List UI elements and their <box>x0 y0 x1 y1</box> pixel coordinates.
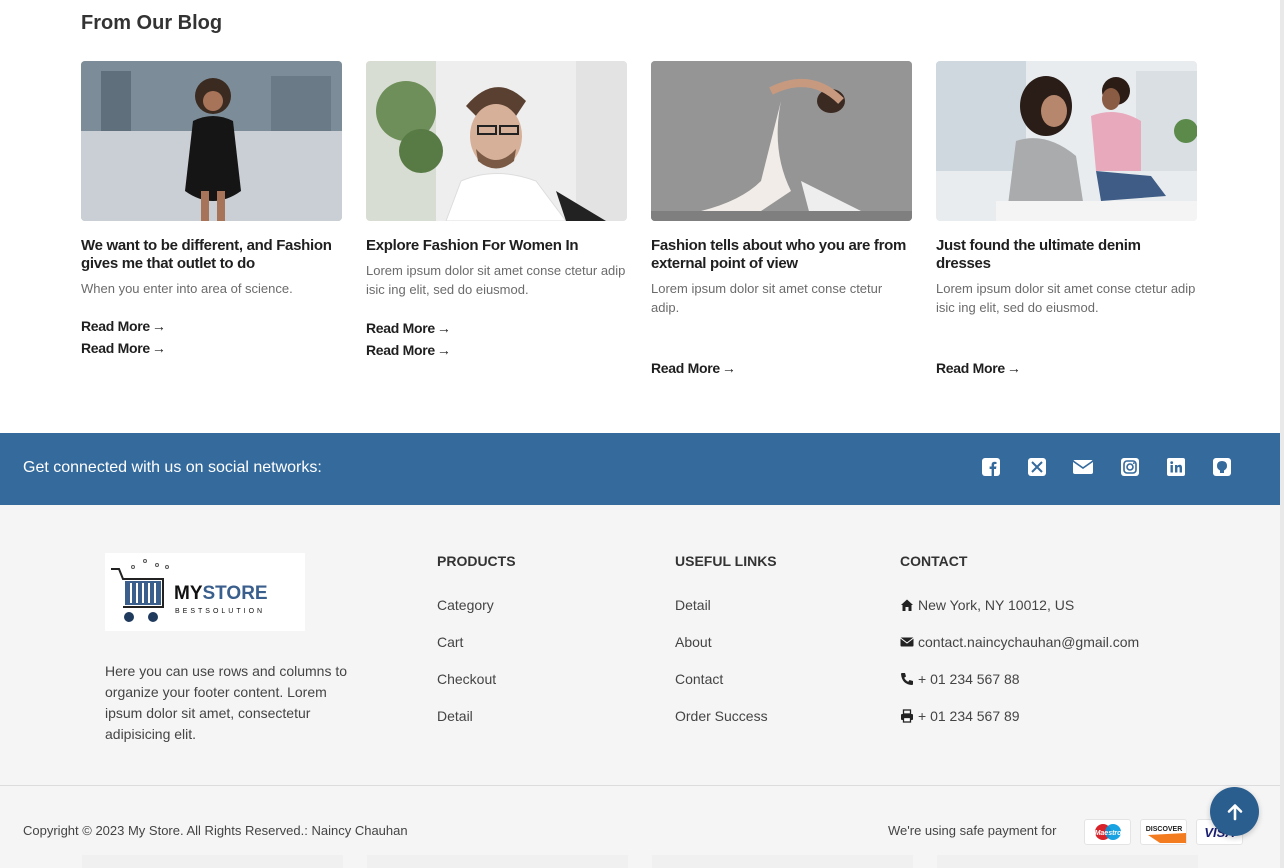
contact-email[interactable]: contact.naincychauhan@gmail.com <box>900 634 1139 650</box>
footer: MYSTORE BESTSOLUTION Here you can use ro… <box>0 505 1280 868</box>
arrow-right-icon: → <box>1006 360 1021 376</box>
instagram-icon[interactable] <box>1120 457 1140 477</box>
blog-card: Just found the ultimate denim dresses Lo… <box>936 61 1197 317</box>
blog-post-description: Lorem ipsum dolor sit amet conse ctetur … <box>366 263 626 297</box>
blog-image-yoga-woman[interactable] <box>651 61 912 221</box>
logo-brand-my: MY <box>174 583 203 604</box>
social-text: Get connected with us on social networks… <box>23 459 322 476</box>
store-logo[interactable]: MYSTORE BESTSOLUTION <box>105 553 305 631</box>
facebook-icon[interactable] <box>981 457 1001 477</box>
footer-divider <box>0 785 1280 786</box>
logo-tagline: BESTSOLUTION <box>175 608 265 615</box>
read-more-link[interactable]: Read More → <box>81 340 166 356</box>
footer-link-cart[interactable]: Cart <box>437 634 463 650</box>
footer-link-about[interactable]: About <box>675 634 712 650</box>
footer-about-text: Here you can use rows and columns to org… <box>105 663 348 742</box>
blog-post-title[interactable]: Explore Fashion For Women In <box>366 237 627 255</box>
arrow-right-icon: → <box>436 320 451 336</box>
contact-fax: + 01 234 567 89 <box>900 708 1020 724</box>
footer-link-detail[interactable]: Detail <box>675 597 711 613</box>
blog-image-woman-black-dress[interactable] <box>81 61 342 221</box>
blog-heading: From Our Blog <box>81 12 223 34</box>
read-more-link[interactable]: Read More → <box>651 360 736 376</box>
contact-address: New York, NY 10012, US <box>900 597 1074 613</box>
blog-image-man-glasses[interactable] <box>366 61 627 221</box>
contact-phone[interactable]: + 01 234 567 88 <box>900 671 1020 687</box>
products-heading: PRODUCTS <box>437 553 516 569</box>
linkedin-icon[interactable] <box>1166 457 1186 477</box>
github-icon[interactable] <box>1212 457 1232 477</box>
printer-icon <box>901 709 913 723</box>
maestro-card-icon: Maestro <box>1084 819 1131 845</box>
hidden-card-edge <box>82 855 343 868</box>
read-more-link[interactable]: Read More → <box>936 360 1021 376</box>
blog-post-title[interactable]: Fashion tells about who you are from ext… <box>651 237 912 273</box>
logo-brand-store: STORE <box>203 583 268 604</box>
scrollbar-track[interactable] <box>1280 0 1284 868</box>
scroll-to-top-button[interactable] <box>1210 787 1259 836</box>
footer-link-contact[interactable]: Contact <box>675 671 723 687</box>
payment-text: We're using safe payment for <box>888 823 1057 838</box>
arrow-right-icon: → <box>151 340 166 356</box>
home-icon <box>901 599 913 611</box>
phone-icon <box>901 673 913 685</box>
copyright-text: Copyright © 2023 My Store. All Rights Re… <box>23 823 408 838</box>
hidden-card-edge <box>937 855 1198 868</box>
blog-post-description: Lorem ipsum dolor sit amet conse ctetur … <box>936 281 1196 315</box>
social-bar: Get connected with us on social networks… <box>0 433 1280 505</box>
read-more-link[interactable]: Read More → <box>81 318 166 334</box>
blog-post-title[interactable]: We want to be different, and Fashion giv… <box>81 237 342 273</box>
blog-post-title[interactable]: Just found the ultimate denim dresses <box>936 237 1197 273</box>
read-more-link[interactable]: Read More → <box>366 342 451 358</box>
discover-card-icon: DISCOVER <box>1140 819 1187 845</box>
blog-section: From Our Blog We want to be different, a… <box>0 0 1284 433</box>
blog-post-description: Lorem ipsum dolor sit amet conse ctetur … <box>651 281 883 315</box>
arrow-right-icon: → <box>721 360 736 376</box>
hidden-card-edge <box>652 855 913 868</box>
blog-card: Explore Fashion For Women In Lorem ipsum… <box>366 61 627 299</box>
arrow-up-icon <box>1227 803 1242 820</box>
read-more-link[interactable]: Read More → <box>366 320 451 336</box>
blog-image-mother-daughter[interactable] <box>936 61 1197 221</box>
x-twitter-icon[interactable] <box>1027 457 1047 477</box>
contact-heading: CONTACT <box>900 553 968 569</box>
footer-link-order-success[interactable]: Order Success <box>675 708 768 724</box>
arrow-right-icon: → <box>151 318 166 334</box>
envelope-icon[interactable] <box>1073 457 1093 477</box>
useful-links-heading: USEFUL LINKS <box>675 553 777 569</box>
footer-link-category[interactable]: Category <box>437 597 494 613</box>
svg-text:MYSTORE: MYSTORE <box>174 583 268 604</box>
svg-text:Maestro: Maestro <box>1094 830 1122 837</box>
hidden-card-edge <box>367 855 628 868</box>
footer-link-checkout[interactable]: Checkout <box>437 671 496 687</box>
envelope-icon <box>900 637 914 647</box>
footer-link-detail[interactable]: Detail <box>437 708 473 724</box>
blog-card: Fashion tells about who you are from ext… <box>651 61 912 317</box>
arrow-right-icon: → <box>436 342 451 358</box>
blog-card: We want to be different, and Fashion giv… <box>81 61 342 298</box>
svg-text:DISCOVER: DISCOVER <box>1145 826 1182 833</box>
blog-post-description: When you enter into area of science. <box>81 281 293 296</box>
